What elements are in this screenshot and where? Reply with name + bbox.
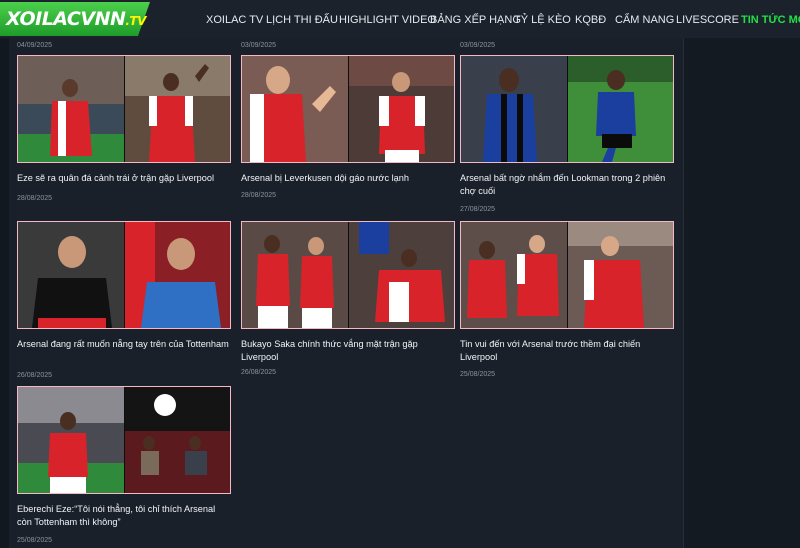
article-thumbnail[interactable] xyxy=(460,221,674,329)
thumbnail-photo-right xyxy=(124,387,230,493)
article-date: 28/08/2025 xyxy=(17,195,53,202)
article-date: 03/09/2025 xyxy=(460,42,496,49)
article-date: 26/08/2025 xyxy=(241,369,277,376)
thumbnail-photo-right xyxy=(124,56,230,162)
nav-item-kqbd[interactable]: KQBĐ xyxy=(575,14,606,26)
article-date: 25/08/2025 xyxy=(17,537,53,544)
nav-item-cam-nang[interactable]: CẨM NANG xyxy=(615,14,674,26)
article-thumbnail[interactable] xyxy=(17,221,231,329)
thumbnail-photo-left xyxy=(18,222,124,328)
nav-item-livescore[interactable]: LIVESCORE xyxy=(676,14,739,26)
thumbnail-photo-right xyxy=(348,56,454,162)
article-title[interactable]: Tin vui đến với Arsenal trước thềm đại c… xyxy=(460,338,672,364)
thumbnail-photo-right xyxy=(567,222,673,328)
nav-item-lich-thi-dau[interactable]: LỊCH THI ĐẤU xyxy=(266,14,338,26)
thumbnail-photo-left xyxy=(18,387,124,493)
site-logo[interactable]: XOILACVNN.TV xyxy=(0,0,156,38)
nav-item-highlight-video[interactable]: HIGHLIGHT VIDEO xyxy=(339,14,436,26)
thumbnail-photo-right xyxy=(567,56,673,162)
article-title[interactable]: Arsenal đang rất muốn nẵng tay trên của … xyxy=(17,338,229,351)
nav-item-xoilac-tv[interactable]: XOILAC TV xyxy=(206,14,263,26)
article-title[interactable]: Eberechi Eze:“Tôi nói thẳng, tôi chỉ thí… xyxy=(17,503,229,529)
article-title[interactable]: Arsenal bị Leverkusen dội gáo nước lạnh xyxy=(241,172,453,185)
article-date: 03/09/2025 xyxy=(241,42,277,49)
article-thumbnail[interactable] xyxy=(17,55,231,163)
article-date: 27/08/2025 xyxy=(460,206,496,213)
nav-item-tin-tuc-moi[interactable]: TIN TỨC MỚI xyxy=(741,14,800,26)
article-date: 25/08/2025 xyxy=(460,371,496,378)
sidebar-divider xyxy=(683,38,684,548)
thumbnail-photo-left xyxy=(461,56,567,162)
thumbnail-photo-right xyxy=(124,222,230,328)
thumbnail-photo-left xyxy=(242,222,348,328)
article-date: 04/09/2025 xyxy=(17,42,53,49)
nav-item-ty-le-keo[interactable]: TỶ LỆ KÈO xyxy=(514,14,571,26)
article-title[interactable]: Bukayo Saka chính thức vắng mặt trận gặp… xyxy=(241,338,453,364)
article-date: 26/08/2025 xyxy=(17,372,53,379)
thumbnail-photo-right xyxy=(348,222,454,328)
article-thumbnail[interactable] xyxy=(460,55,674,163)
article-date: 28/08/2025 xyxy=(241,192,277,199)
right-sidebar xyxy=(683,38,800,548)
article-thumbnail[interactable] xyxy=(241,55,455,163)
top-navigation-bar: XOILACVNN.TV XOILAC TV LỊCH THI ĐẤU HIGH… xyxy=(0,0,800,38)
thumbnail-photo-left xyxy=(18,56,124,162)
article-thumbnail[interactable] xyxy=(241,221,455,329)
logo-text: XOILACVNN.TV xyxy=(6,8,146,30)
article-title[interactable]: Eze sẽ ra quân đá cảnh trái ở trận gặp L… xyxy=(17,172,229,185)
article-thumbnail[interactable] xyxy=(17,386,231,494)
nav-item-bang-xep-hang[interactable]: BẢNG XẾP HẠNG xyxy=(430,14,521,26)
thumbnail-photo-left xyxy=(461,222,567,328)
thumbnail-photo-left xyxy=(242,56,348,162)
article-title[interactable]: Arsenal bất ngờ nhắm đến Lookman trong 2… xyxy=(460,172,672,198)
